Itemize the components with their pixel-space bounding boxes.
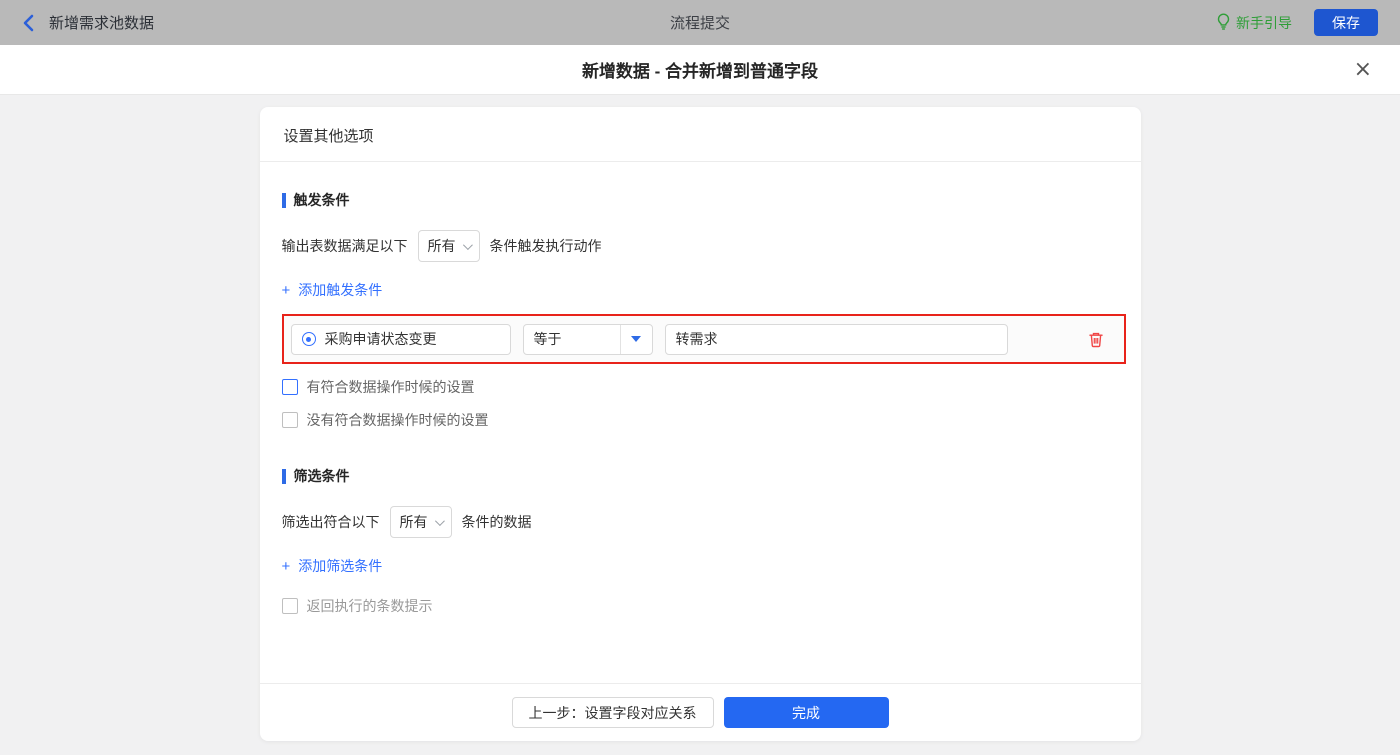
condition-field-value: 采购申请状态变更 [324,331,437,347]
plus-icon: + [281,557,291,575]
filter-section-label: 筛选条件 [293,468,350,484]
checkbox-icon[interactable] [281,412,298,428]
plus-icon: + [281,281,291,299]
trigger-condition-row-highlighted: 采购申请状态变更 等于 [281,314,1126,364]
filter-section-title: 筛选条件 [281,466,1117,486]
topbar-title: 流程提交 [669,15,730,32]
checkbox-return-count[interactable]: 返回执行的条数提示 [281,596,1117,616]
filter-sentence-prefix: 筛选出符合以下 [281,514,380,530]
card-body: 触发条件 输出表数据满足以下 所有 条件触发执行动作 + 添加触发条件 采购申请… [260,162,1141,683]
trigger-sentence-suffix: 条件触发执行动作 [489,238,602,254]
back-label: 新增需求池数据 [49,15,155,32]
back-nav[interactable]: 新增需求池数据 [22,12,154,33]
chevron-down-icon [434,515,445,526]
add-filter-condition-label: 添加筛选条件 [298,558,383,574]
done-button[interactable]: 完成 [723,697,889,728]
radio-field-icon [301,332,316,346]
topbar-actions: 新手引导 保存 [1216,9,1378,36]
trigger-section-title: 触发条件 [281,190,1117,210]
chevron-down-icon [462,239,473,250]
add-filter-condition-link[interactable]: + 添加筛选条件 [282,556,383,576]
options-card: 设置其他选项 触发条件 输出表数据满足以下 所有 条件触发执行动作 + 添加触发… [259,107,1141,741]
delete-condition-button[interactable] [1088,331,1104,348]
trigger-section-label: 触发条件 [293,192,350,208]
trigger-match-sentence: 输出表数据满足以下 所有 条件触发执行动作 [282,230,1117,262]
checkbox-no-match-label: 没有符合数据操作时候的设置 [306,412,489,428]
trigger-match-select-value: 所有 [427,238,456,254]
add-trigger-condition-label: 添加触发条件 [298,282,383,298]
card-title: 设置其他选项 [259,107,1141,162]
condition-field-select[interactable]: 采购申请状态变更 [290,323,511,355]
condition-operator-select[interactable]: 等于 [522,323,653,355]
filter-match-select[interactable]: 所有 [389,506,452,538]
filter-sentence-suffix: 条件的数据 [461,514,532,530]
trigger-sentence-prefix: 输出表数据满足以下 [281,238,408,254]
dialog-header: 新增数据 - 合并新增到普通字段 × [0,45,1400,95]
save-button[interactable]: 保存 [1314,9,1378,36]
filter-match-sentence: 筛选出符合以下 所有 条件的数据 [282,506,1117,538]
back-chevron-icon[interactable] [22,14,35,32]
card-footer: 上一步：设置字段对应关系 完成 [259,683,1141,741]
guide-link[interactable]: 新手引导 [1216,12,1292,33]
triangle-down-icon [631,336,641,342]
filter-match-select-value: 所有 [399,514,428,530]
topbar: 新增需求池数据 流程提交 新手引导 保存 [0,0,1400,45]
trigger-match-select[interactable]: 所有 [417,230,480,262]
checkbox-has-match-setting[interactable]: 有符合数据操作时候的设置 [281,377,1117,397]
checkbox-no-match-setting[interactable]: 没有符合数据操作时候的设置 [281,410,1117,430]
lightbulb-icon [1216,12,1231,33]
checkbox-has-match-label: 有符合数据操作时候的设置 [306,379,475,395]
add-trigger-condition-link[interactable]: + 添加触发条件 [282,280,383,300]
checkbox-return-count-label: 返回执行的条数提示 [306,598,433,614]
section-accent-bar [281,468,286,484]
close-icon[interactable]: × [1354,58,1372,81]
dialog-body: 设置其他选项 触发条件 输出表数据满足以下 所有 条件触发执行动作 + 添加触发… [0,95,1400,755]
trigger-section: 触发条件 输出表数据满足以下 所有 条件触发执行动作 + 添加触发条件 采购申请… [281,190,1126,430]
section-accent-bar [281,192,286,208]
dialog-title: 新增数据 - 合并新增到普通字段 [581,62,819,81]
checkbox-icon[interactable] [281,379,298,395]
condition-value-input[interactable] [664,323,1008,355]
previous-step-button[interactable]: 上一步：设置字段对应关系 [511,697,714,728]
condition-operator-value: 等于 [533,331,562,347]
guide-label: 新手引导 [1236,14,1292,31]
filter-section: 筛选条件 筛选出符合以下 所有 条件的数据 + 添加筛选条件 返回执行的条数提示 [281,466,1117,616]
checkbox-icon[interactable] [281,598,298,614]
dropdown-arrow-zone[interactable] [619,324,652,354]
